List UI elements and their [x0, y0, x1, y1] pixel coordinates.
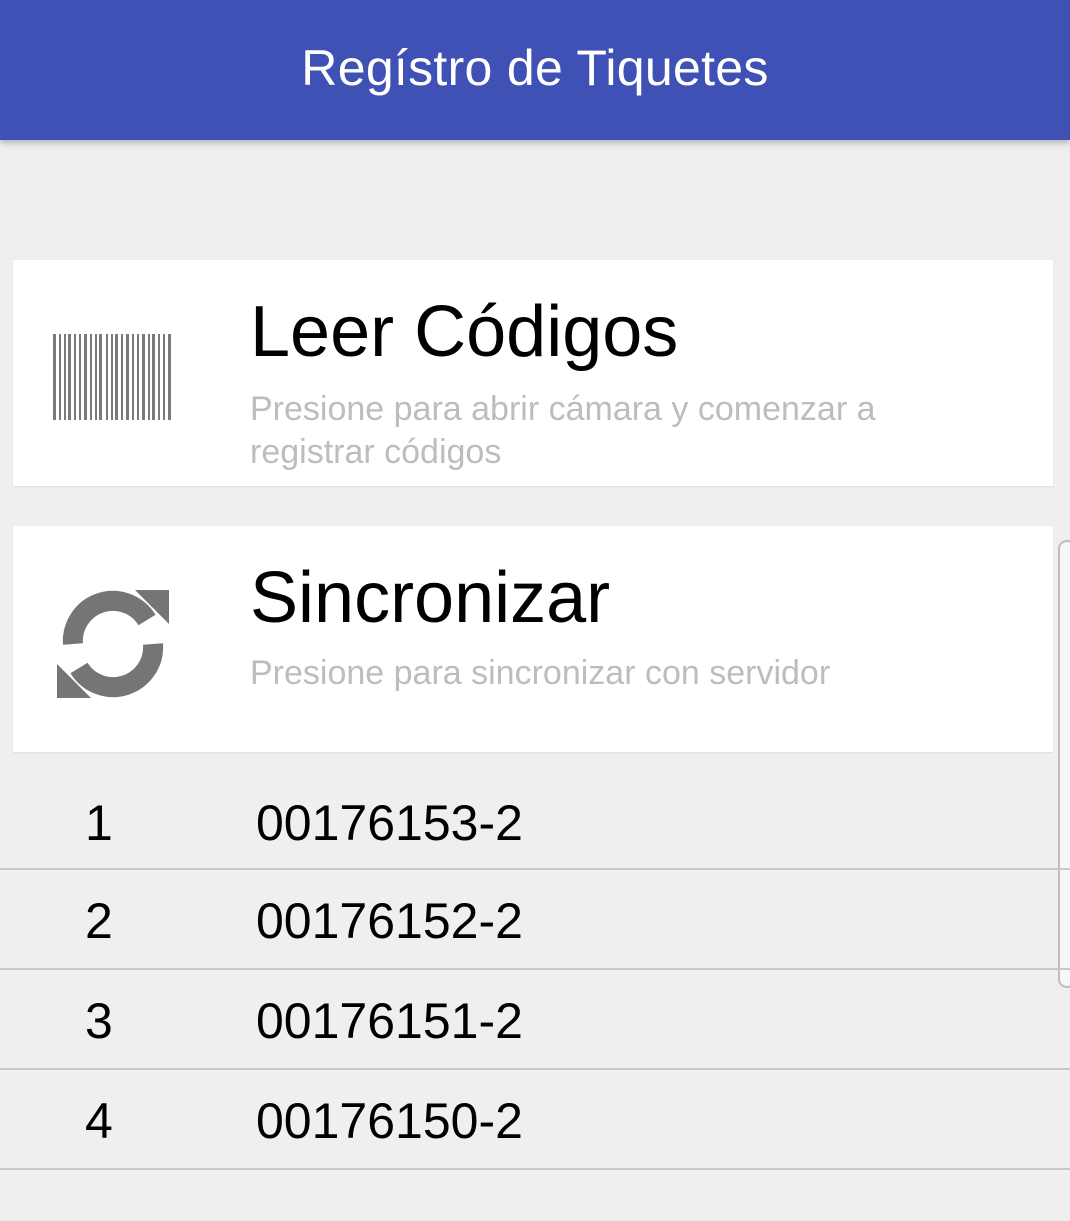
list-item-index: 2: [85, 893, 113, 949]
list-item-code: 00176151-2: [256, 993, 523, 1049]
read-codes-card[interactable]: Leer Códigos Presione para abrir cámara …: [13, 260, 1053, 486]
barcode-icon: [51, 330, 175, 422]
list-item-code: 00176150-2: [256, 1093, 523, 1149]
page-title: Regístro de Tiquetes: [301, 40, 769, 96]
app-bar: Regístro de Tiquetes: [0, 0, 1070, 140]
sync-card[interactable]: Sincronizar Presione para sincronizar co…: [13, 526, 1053, 752]
read-codes-subtitle: Presione para abrir cámara y comenzar a …: [250, 390, 876, 471]
list-item[interactable]: 2 00176152-2: [0, 870, 1070, 970]
codes-list: 1 00176153-2 2 00176152-2 3 00176151-2 4…: [0, 772, 1070, 1170]
list-item[interactable]: 1 00176153-2: [0, 772, 1070, 870]
list-item-index: 3: [85, 993, 113, 1049]
sync-subtitle: Presione para sincronizar con servidor: [250, 654, 831, 692]
sync-icon: [51, 582, 175, 706]
list-item[interactable]: 3 00176151-2: [0, 970, 1070, 1070]
app-screen: Regístro de Tiquetes Leer Códigos Presio…: [0, 0, 1070, 1221]
list-item-code: 00176153-2: [256, 795, 523, 851]
list-item-index: 1: [85, 795, 113, 851]
list-item-index: 4: [85, 1093, 113, 1149]
list-item-code: 00176152-2: [256, 893, 523, 949]
read-codes-title: Leer Códigos: [250, 292, 679, 372]
sync-title: Sincronizar: [250, 558, 611, 638]
list-item[interactable]: 4 00176150-2: [0, 1070, 1070, 1170]
